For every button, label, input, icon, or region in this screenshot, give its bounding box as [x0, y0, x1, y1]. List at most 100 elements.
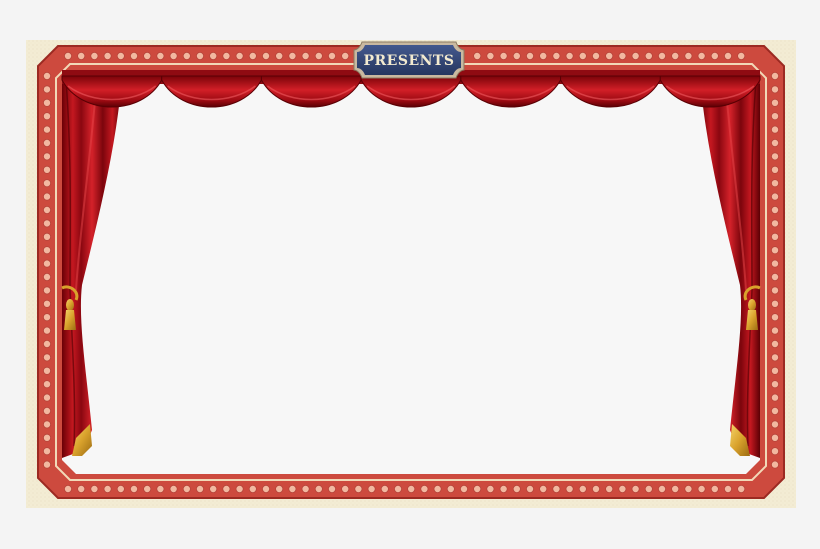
marquee-bulb-icon	[43, 98, 52, 107]
marquee-bulb-icon	[737, 484, 746, 493]
marquee-bulb-icon	[658, 484, 667, 493]
marquee-bulb-icon	[143, 52, 152, 61]
marquee-bulb-icon	[103, 484, 112, 493]
marquee-bulb-icon	[209, 484, 218, 493]
marquee-bulb-icon	[565, 52, 574, 61]
marquee-bulb-icon	[235, 484, 244, 493]
marquee-bulb-icon	[43, 353, 52, 362]
marquee-bulb-icon	[43, 152, 52, 161]
marquee-bulb-icon	[261, 52, 270, 61]
marquee-bulb-icon	[605, 484, 614, 493]
marquee-bulb-icon	[169, 484, 178, 493]
marquee-bulb-icon	[182, 484, 191, 493]
marquee-bulb-icon	[486, 484, 495, 493]
marquee-bulb-icon	[156, 52, 165, 61]
marquee-bulb-icon	[43, 232, 52, 241]
marquee-bulb-icon	[526, 52, 535, 61]
marquee-bulb-icon	[512, 484, 521, 493]
marquee-bulb-icon	[771, 246, 780, 255]
marquee-bulb-icon	[446, 484, 455, 493]
marquee-bulb-icon	[143, 484, 152, 493]
marquee-bulb-icon	[771, 232, 780, 241]
marquee-bulb-icon	[43, 406, 52, 415]
marquee-bulb-icon	[367, 484, 376, 493]
theater-stage-frame: PRESENTS	[0, 0, 820, 549]
marquee-bulb-icon	[552, 52, 561, 61]
marquee-bulb-icon	[116, 52, 125, 61]
marquee-bulb-icon	[90, 52, 99, 61]
marquee-bulb-icon	[771, 259, 780, 268]
marquee-bulb-icon	[354, 484, 363, 493]
marquee-bulb-icon	[341, 52, 350, 61]
marquee-bulb-icon	[697, 484, 706, 493]
marquee-bulb-icon	[499, 52, 508, 61]
marquee-bulb-icon	[43, 380, 52, 389]
marquee-bulb-icon	[459, 484, 468, 493]
marquee-bulb-icon	[116, 484, 125, 493]
marquee-bulb-icon	[671, 484, 680, 493]
marquee-bulb-icon	[771, 460, 780, 469]
marquee-bulb-icon	[771, 165, 780, 174]
marquee-bulb-icon	[499, 484, 508, 493]
marquee-bulb-icon	[64, 484, 73, 493]
marquee-bulb-icon	[771, 72, 780, 81]
marquee-bulb-icon	[486, 52, 495, 61]
marquee-bulb-icon	[771, 380, 780, 389]
marquee-bulb-icon	[771, 433, 780, 442]
marquee-bulb-icon	[771, 286, 780, 295]
marquee-bulb-icon	[473, 52, 482, 61]
marquee-bulb-icon	[644, 484, 653, 493]
marquee-bulb-icon	[43, 165, 52, 174]
marquee-bulb-icon	[43, 192, 52, 201]
marquee-bulb-icon	[77, 484, 86, 493]
marquee-bulb-icon	[195, 484, 204, 493]
marquee-bulb-icon	[420, 484, 429, 493]
marquee-bulb-icon	[275, 52, 284, 61]
marquee-bulb-icon	[512, 52, 521, 61]
marquee-bulb-icon	[77, 52, 86, 61]
marquee-bulb-icon	[43, 393, 52, 402]
marquee-bulb-icon	[288, 52, 297, 61]
marquee-bulb-icon	[407, 484, 416, 493]
stage-artwork: PRESENTS	[26, 40, 796, 508]
marquee-bulb-icon	[43, 272, 52, 281]
marquee-bulb-icon	[710, 52, 719, 61]
marquee-bulb-icon	[771, 447, 780, 456]
marquee-bulb-icon	[43, 299, 52, 308]
marquee-bulb-icon	[771, 192, 780, 201]
marquee-bulb-icon	[43, 85, 52, 94]
marquee-bulb-icon	[771, 353, 780, 362]
marquee-bulb-icon	[771, 299, 780, 308]
marquee-bulb-icon	[43, 112, 52, 121]
marquee-bulb-icon	[195, 52, 204, 61]
marquee-bulb-icon	[43, 366, 52, 375]
marquee-bulb-icon	[248, 484, 257, 493]
marquee-bulb-icon	[771, 98, 780, 107]
marquee-bulb-icon	[539, 484, 548, 493]
marquee-bulb-icon	[771, 272, 780, 281]
marquee-bulb-icon	[380, 484, 389, 493]
marquee-bulb-icon	[539, 52, 548, 61]
marquee-bulb-icon	[43, 326, 52, 335]
stage-opening	[62, 70, 760, 474]
marquee-bulb-icon	[771, 179, 780, 188]
marquee-bulb-icon	[724, 52, 733, 61]
marquee-bulb-icon	[724, 484, 733, 493]
marquee-bulb-icon	[565, 484, 574, 493]
marquee-bulb-icon	[43, 460, 52, 469]
marquee-bulb-icon	[771, 406, 780, 415]
marquee-bulb-icon	[43, 138, 52, 147]
marquee-bulb-icon	[248, 52, 257, 61]
marquee-bulb-icon	[618, 52, 627, 61]
marquee-bulb-icon	[771, 85, 780, 94]
presents-plaque: PRESENTS	[353, 41, 465, 79]
marquee-bulb-icon	[684, 52, 693, 61]
marquee-bulb-icon	[222, 52, 231, 61]
marquee-bulb-icon	[327, 484, 336, 493]
marquee-bulb-icon	[129, 484, 138, 493]
marquee-bulb-icon	[605, 52, 614, 61]
marquee-bulb-icon	[275, 484, 284, 493]
marquee-bulb-icon	[90, 484, 99, 493]
marquee-bulb-icon	[43, 433, 52, 442]
marquee-bulb-icon	[314, 484, 323, 493]
